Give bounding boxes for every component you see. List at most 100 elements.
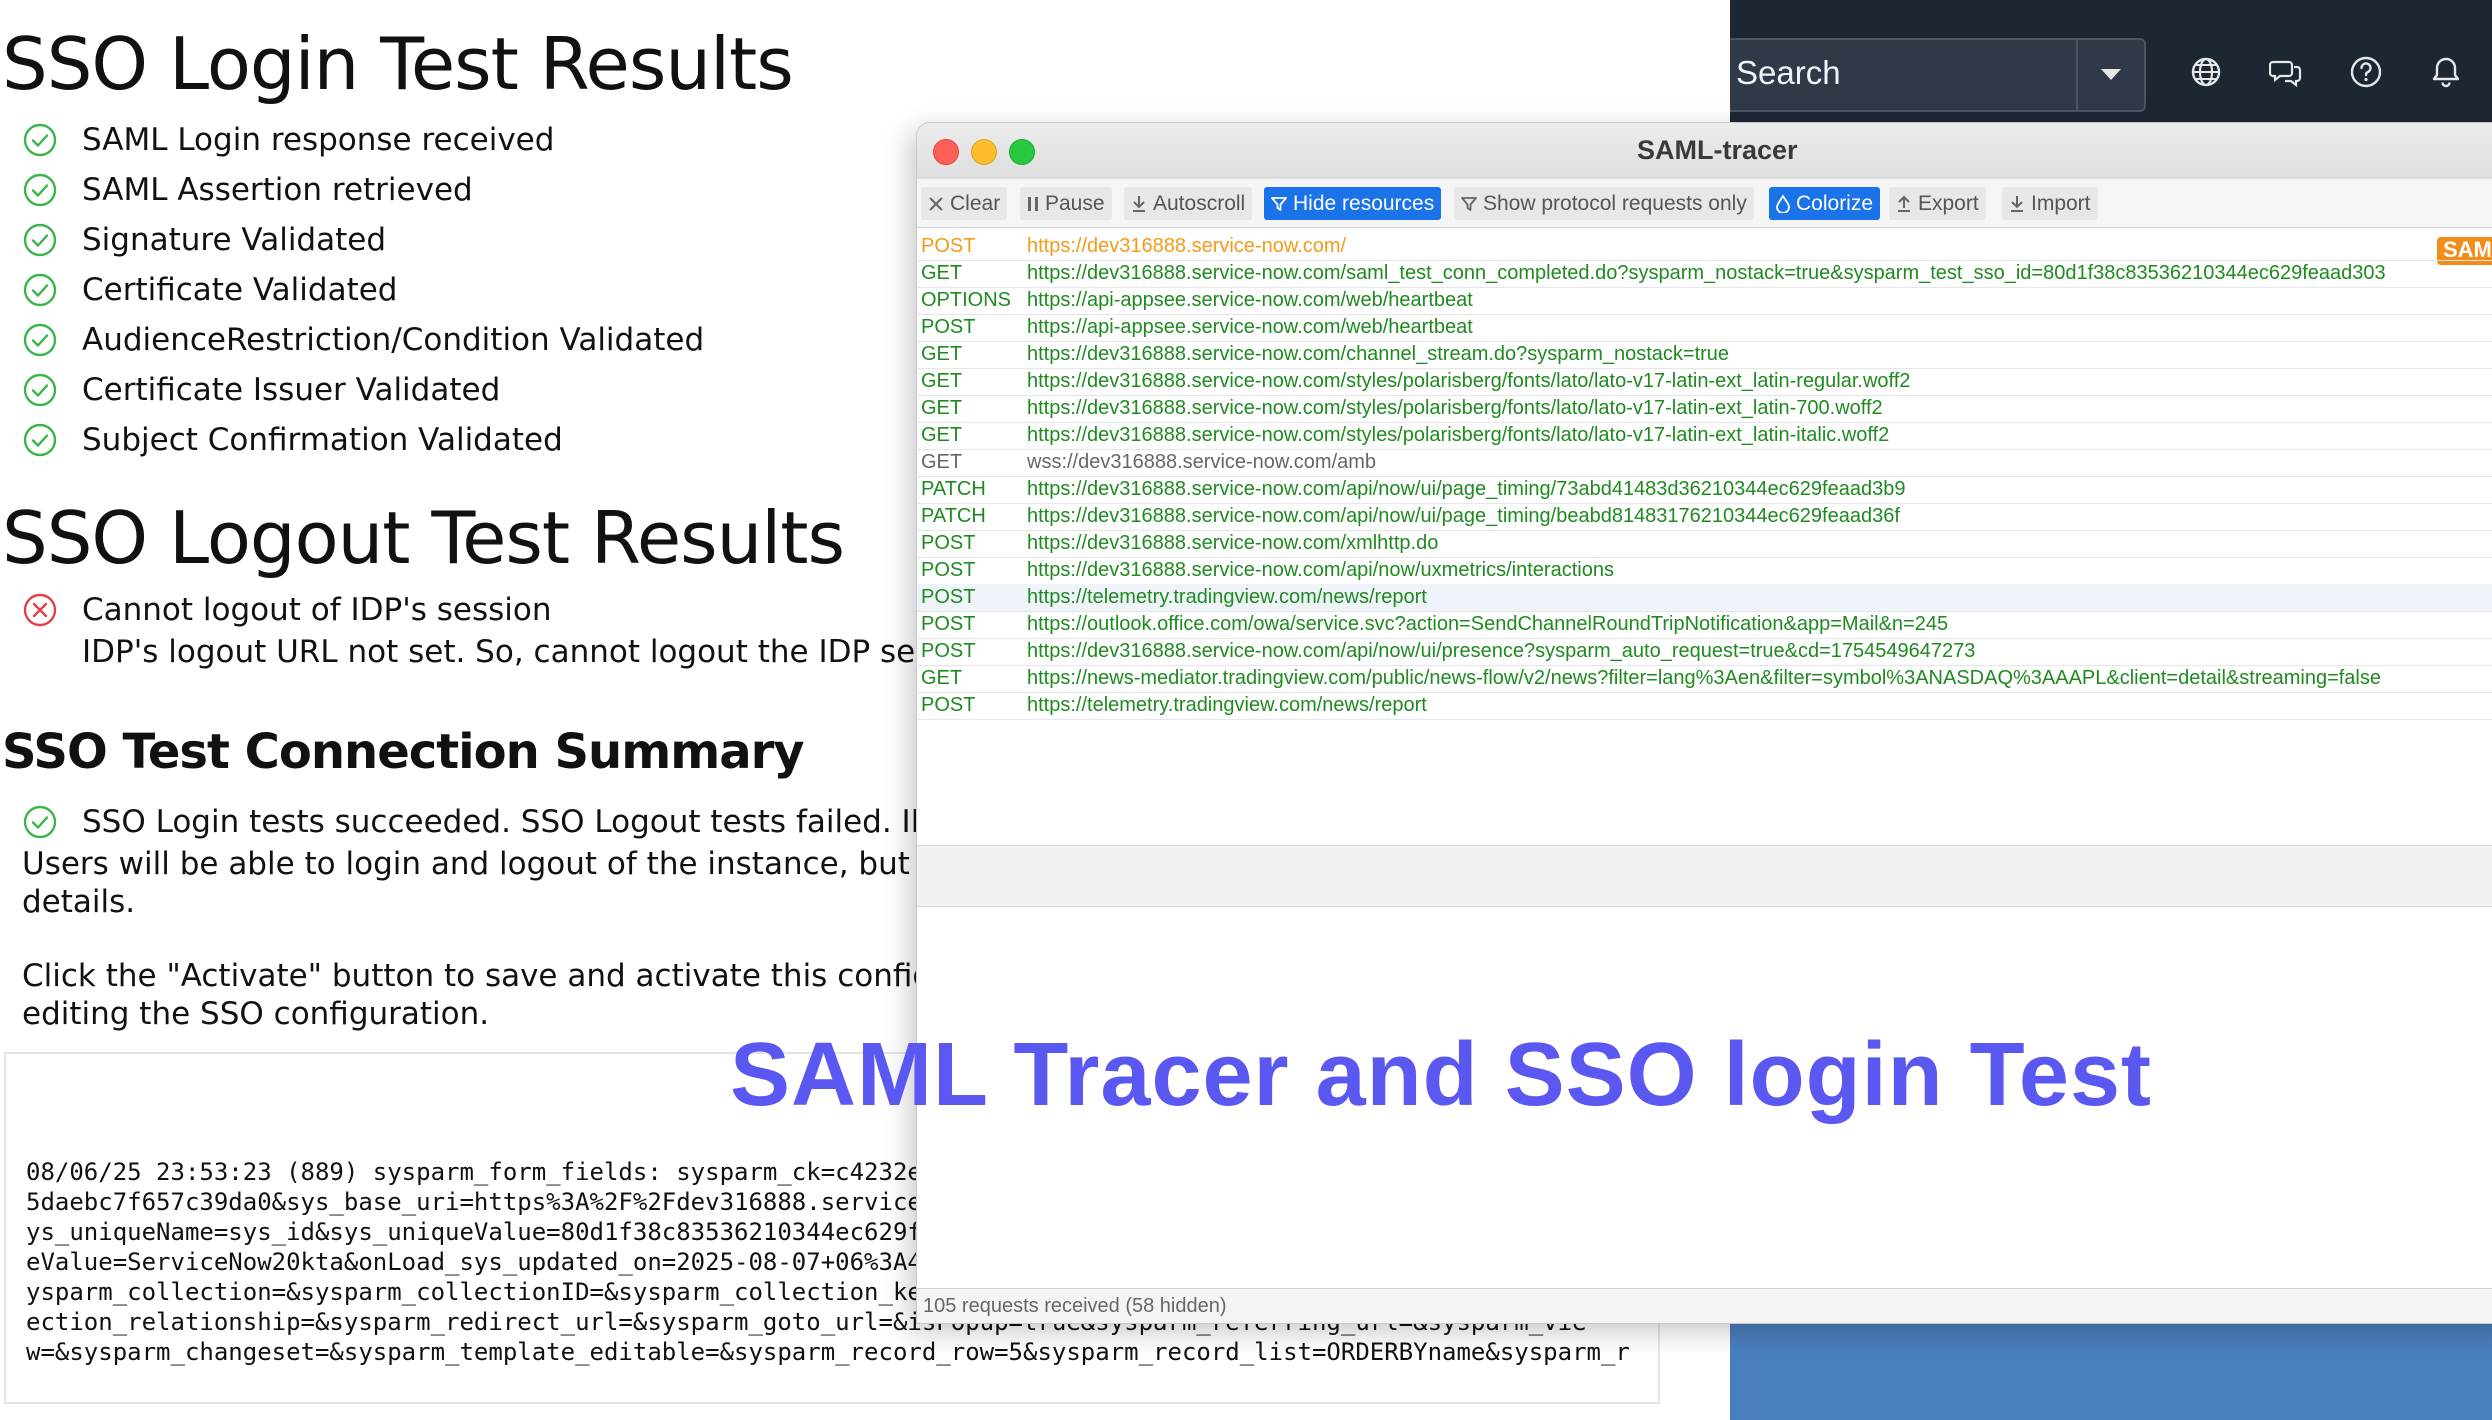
check-circle-icon	[23, 273, 57, 307]
import-label: Import	[2031, 191, 2091, 215]
chevron-down-icon	[2101, 69, 2121, 80]
request-url: https://dev316888.service-now.com/api/no…	[1027, 478, 1906, 500]
login-check-label: Subject Confirmation Validated	[82, 422, 563, 458]
request-row[interactable]: GET wss://dev316888.service-now.com/amb	[917, 449, 2492, 477]
request-row[interactable]: POST https://telemetry.tradingview.com/ne…	[917, 692, 2492, 720]
request-url: https://dev316888.service-now.com/api/no…	[1027, 640, 1976, 662]
login-check-label: Signature Validated	[82, 222, 387, 258]
request-url: https://dev316888.service-now.com/channe…	[1027, 343, 1730, 365]
error-x-icon	[23, 593, 57, 627]
zoom-window-button[interactable]	[1009, 139, 1035, 165]
request-row[interactable]: POST https://dev316888.service-now.com/ap…	[917, 638, 2492, 666]
request-url: https://api-appsee.service-now.com/web/h…	[1027, 316, 1473, 338]
log-line: ys_uniqueName=sys_id&sys_uniqueValue=80d…	[26, 1218, 922, 1246]
window-titlebar[interactable]: SAML-tracer	[917, 123, 2492, 180]
request-row[interactable]: GET https://dev316888.service-now.com/sty…	[917, 395, 2492, 423]
request-row[interactable]: GET https://dev316888.service-now.com/cha…	[917, 341, 2492, 369]
hide-resources-label: Hide resources	[1293, 191, 1435, 215]
autoscroll-button[interactable]: Autoscroll	[1124, 187, 1253, 220]
request-url: https://dev316888.service-now.com/styles…	[1027, 397, 1883, 419]
request-url: https://news-mediator.tradingview.com/pu…	[1027, 667, 2381, 689]
request-url: https://telemetry.tradingview.com/news/r…	[1027, 694, 1427, 716]
check-circle-icon	[23, 223, 57, 257]
request-url: wss://dev316888.service-now.com/amb	[1027, 451, 1377, 473]
import-button[interactable]: Import	[2002, 187, 2098, 220]
request-url: https://outlook.office.com/owa/service.s…	[1027, 613, 1949, 635]
request-method: GET	[921, 667, 963, 689]
request-method: POST	[921, 316, 976, 338]
request-list-divider[interactable]	[917, 845, 2492, 907]
close-window-button[interactable]	[933, 139, 959, 165]
login-check-row: AudienceRestriction/Condition Validated	[22, 318, 704, 362]
request-method: GET	[921, 397, 963, 419]
login-check-row: SAML Assertion retrieved	[22, 168, 473, 212]
request-row[interactable]: POST https://dev316888.service-now.com/xm…	[917, 530, 2492, 558]
colorize-toggle[interactable]: Colorize	[1769, 187, 1881, 220]
logout-error-detail: IDP's logout URL not set. So, cannot log…	[82, 634, 1005, 670]
global-search-field[interactable]: Search	[1730, 38, 2112, 112]
request-url: https://api-appsee.service-now.com/web/h…	[1027, 289, 1473, 311]
login-check-row: SAML Login response received	[22, 118, 554, 162]
request-method: POST	[921, 235, 976, 257]
login-check-row: Certificate Validated	[22, 268, 397, 312]
globe-icon[interactable]	[2186, 52, 2226, 92]
request-row[interactable]: PATCH https://dev316888.service-now.com/a…	[917, 503, 2492, 531]
check-circle-icon	[23, 323, 57, 357]
clear-button[interactable]: Clear	[921, 187, 1008, 220]
request-row[interactable]: POST https://api-appsee.service-now.com/w…	[917, 314, 2492, 342]
login-check-label: AudienceRestriction/Condition Validated	[82, 322, 705, 358]
request-url: https://dev316888.service-now.com/saml_t…	[1027, 262, 2386, 284]
request-row[interactable]: POST https://dev316888.service-now.com/	[917, 233, 2492, 261]
request-method: GET	[921, 424, 963, 446]
log-line: ysparm_collection=&sysparm_collectionID=…	[26, 1278, 922, 1306]
log-line: eValue=ServiceNow20kta&onLoad_sys_update…	[26, 1248, 922, 1276]
download-icon	[2011, 195, 2023, 212]
request-row[interactable]: POST https://telemetry.tradingview.com/ne…	[917, 584, 2492, 612]
help-icon[interactable]	[2346, 52, 2386, 92]
request-row[interactable]: PATCH https://dev316888.service-now.com/a…	[917, 476, 2492, 504]
login-check-label: SAML Assertion retrieved	[82, 172, 473, 208]
request-method: POST	[921, 694, 976, 716]
request-method: GET	[921, 370, 963, 392]
request-row[interactable]: POST https://outlook.office.com/owa/servi…	[917, 611, 2492, 639]
upload-icon	[1898, 195, 1910, 212]
request-url: https://dev316888.service-now.com/styles…	[1027, 370, 1911, 392]
logout-error-row: Cannot logout of IDP's session	[22, 588, 552, 632]
show-protocol-label: Show protocol requests only	[1483, 191, 1747, 215]
login-check-row: Certificate Issuer Validated	[22, 368, 500, 412]
show-protocol-requests-toggle[interactable]: Show protocol requests only	[1454, 187, 1754, 220]
request-row[interactable]: GET https://dev316888.service-now.com/sty…	[917, 368, 2492, 396]
autoscroll-label: Autoscroll	[1153, 191, 1246, 215]
check-circle-icon	[23, 373, 57, 407]
tracer-toolbar: Clear Pause Autoscroll Hide resources Sh…	[917, 179, 2492, 228]
request-row[interactable]: GET https://dev316888.service-now.com/sam…	[917, 260, 2492, 288]
request-method: PATCH	[921, 505, 986, 527]
pause-button[interactable]: Pause	[1020, 187, 1112, 220]
bell-icon[interactable]	[2426, 52, 2466, 92]
summary-title: SSO Test Connection Summary	[2, 724, 805, 780]
request-row[interactable]: GET https://news-mediator.tradingview.com…	[917, 665, 2492, 693]
minimize-window-button[interactable]	[971, 139, 997, 165]
request-row[interactable]: GET https://dev316888.service-now.com/sty…	[917, 422, 2492, 450]
request-method: POST	[921, 640, 976, 662]
hide-resources-toggle[interactable]: Hide resources	[1264, 187, 1442, 220]
request-method: POST	[921, 559, 976, 581]
clear-label: Clear	[950, 191, 1001, 215]
export-button[interactable]: Export	[1889, 187, 1986, 220]
request-url: https://dev316888.service-now.com/styles…	[1027, 424, 1890, 446]
login-check-label: Certificate Validated	[82, 272, 398, 308]
request-row[interactable]: POST https://dev316888.service-now.com/ap…	[917, 557, 2492, 585]
request-url: https://dev316888.service-now.com/api/no…	[1027, 505, 1900, 527]
request-method: PATCH	[921, 478, 986, 500]
login-check-row: Signature Validated	[22, 218, 386, 262]
pause-icon	[1028, 196, 1038, 211]
request-method: GET	[921, 343, 963, 365]
check-circle-icon	[23, 423, 57, 457]
login-check-row: Subject Confirmation Validated	[22, 418, 563, 462]
request-method: GET	[921, 451, 963, 473]
search-scope-dropdown[interactable]	[2076, 38, 2146, 112]
chat-icon[interactable]	[2266, 52, 2306, 92]
request-row[interactable]: OPTIONS https://api-appsee.service-now.co…	[917, 287, 2492, 315]
request-count-status: 105 requests received (58 hidden)	[923, 1295, 1227, 1317]
filter-icon	[1461, 196, 1477, 211]
